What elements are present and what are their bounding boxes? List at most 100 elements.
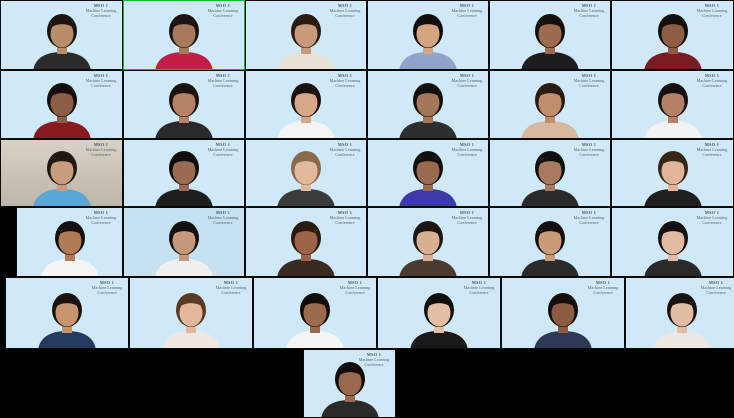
participant-video-tile[interactable]: MSO 1 Machine Learning Conference: [0, 0, 123, 70]
participant-silhouette: [521, 221, 579, 276]
participant-silhouette: [32, 14, 91, 69]
participant-shoulders: [399, 189, 457, 206]
participant-video-tile[interactable]: MSO 1 Machine Learning Conference: [367, 70, 489, 139]
participant-video-feed: [32, 286, 102, 348]
participant-video-tile[interactable]: MSO 1 Machine Learning Conference: [625, 277, 734, 349]
participant-video-tile[interactable]: MSO 1 Machine Learning Conference: [611, 207, 734, 277]
participant-silhouette: [521, 83, 579, 138]
participant-shoulders: [32, 189, 91, 206]
participant-shoulders: [277, 259, 335, 276]
participant-silhouette: [155, 14, 213, 69]
participant-shoulders: [277, 52, 335, 69]
participant-silhouette: [155, 83, 213, 138]
gallery-row-4: MSO 1 Machine Learning Conference MSO 1 Mac…: [0, 207, 734, 277]
participant-video-tile[interactable]: MSO 1 Machine Learning Conference: [253, 277, 377, 349]
participant-shoulders: [286, 331, 344, 348]
participant-silhouette: [38, 293, 96, 348]
participant-shoulders: [32, 121, 91, 138]
participant-silhouette: [277, 151, 335, 206]
participant-video-tile[interactable]: MSO 1 Machine Learning Conference: [0, 139, 123, 207]
participant-video-tile[interactable]: MSO 1 Machine Learning Conference: [611, 0, 734, 70]
participant-video-tile[interactable]: MSO 1 Machine Learning Conference: [123, 70, 245, 139]
participant-shoulders: [643, 52, 702, 69]
participant-shoulders: [155, 259, 213, 276]
video-gallery: MSO 1 Machine Learning Conference MSO 1 Mac…: [0, 0, 734, 418]
participant-video-feed: [149, 144, 219, 206]
participant-video-feed: [271, 144, 341, 206]
participant-shoulders: [38, 331, 96, 348]
participant-video-tile[interactable]: MSO 1 Machine Learning Conference: [489, 207, 611, 277]
participant-video-tile-active-speaker[interactable]: MSO 1 Machine Learning Conference: [123, 0, 245, 70]
participant-video-tile[interactable]: MSO 1 Machine Learning Conference: [377, 277, 501, 349]
participant-shoulders: [32, 52, 91, 69]
participant-video-tile[interactable]: MSO 1 Machine Learning Conference: [129, 277, 253, 349]
participant-silhouette: [320, 362, 379, 417]
participant-video-tile[interactable]: MSO 1 Machine Learning Conference: [611, 139, 734, 207]
participant-video-feed: [515, 7, 585, 69]
participant-shoulders: [155, 189, 213, 206]
participant-video-feed: [271, 214, 341, 276]
participant-video-tile[interactable]: MSO 1 Machine Learning Conference: [303, 349, 396, 418]
participant-silhouette: [521, 151, 579, 206]
participant-shoulders: [521, 259, 579, 276]
participant-silhouette: [277, 83, 335, 138]
gallery-row-4-tiles: MSO 1 Machine Learning Conference MSO 1 Mac…: [16, 207, 734, 277]
participant-video-tile[interactable]: MSO 1 Machine Learning Conference: [367, 207, 489, 277]
participant-silhouette: [32, 151, 91, 206]
participant-silhouette: [643, 14, 702, 69]
participant-video-feed: [149, 7, 219, 69]
participant-shoulders: [155, 121, 213, 138]
participant-video-tile[interactable]: MSO 1 Machine Learning Conference: [5, 277, 129, 349]
participant-shoulders: [155, 52, 213, 69]
participant-shoulders: [643, 259, 702, 276]
participant-video-tile[interactable]: MSO 1 Machine Learning Conference: [489, 139, 611, 207]
participant-video-feed: [27, 7, 97, 69]
participant-silhouette: [534, 293, 592, 348]
participant-video-tile[interactable]: MSO 1 Machine Learning Conference: [245, 0, 367, 70]
participant-video-tile[interactable]: MSO 1 Machine Learning Conference: [501, 277, 625, 349]
participant-silhouette: [643, 221, 702, 276]
participant-video-tile[interactable]: MSO 1 Machine Learning Conference: [489, 0, 611, 70]
participant-video-feed: [393, 214, 463, 276]
participant-silhouette: [399, 221, 457, 276]
participant-silhouette: [40, 221, 99, 276]
participant-video-tile[interactable]: MSO 1 Machine Learning Conference: [16, 207, 123, 277]
gallery-padding: [0, 207, 16, 277]
gallery-row-5-tiles: MSO 1 Machine Learning Conference MSO 1 Mac…: [5, 277, 734, 349]
gallery-row-2: MSO 1 Machine Learning Conference MSO 1 Mac…: [0, 70, 734, 139]
participant-video-tile[interactable]: MSO 1 Machine Learning Conference: [367, 0, 489, 70]
participant-video-feed: [280, 286, 350, 348]
participant-video-feed: [638, 214, 708, 276]
participant-video-tile[interactable]: MSO 1 Machine Learning Conference: [123, 139, 245, 207]
participant-shoulders: [652, 331, 711, 348]
participant-shoulders: [40, 259, 99, 276]
participant-shoulders: [399, 121, 457, 138]
participant-video-tile[interactable]: MSO 1 Machine Learning Conference: [245, 207, 367, 277]
participant-silhouette: [399, 14, 457, 69]
participant-silhouette: [277, 221, 335, 276]
participant-video-feed: [35, 214, 105, 276]
participant-video-tile[interactable]: MSO 1 Machine Learning Conference: [245, 139, 367, 207]
gallery-row-1: MSO 1 Machine Learning Conference MSO 1 Mac…: [0, 0, 734, 70]
participant-video-tile[interactable]: MSO 1 Machine Learning Conference: [245, 70, 367, 139]
participant-shoulders: [534, 331, 592, 348]
participant-video-tile[interactable]: MSO 1 Machine Learning Conference: [367, 139, 489, 207]
participant-video-feed: [638, 7, 708, 69]
participant-silhouette: [399, 83, 457, 138]
participant-silhouette: [155, 221, 213, 276]
gallery-row-5: MSO 1 Machine Learning Conference MSO 1 Mac…: [0, 277, 734, 349]
participant-shoulders: [643, 189, 702, 206]
participant-silhouette: [643, 83, 702, 138]
participant-silhouette: [162, 293, 220, 348]
participant-shoulders: [320, 400, 379, 417]
participant-video-tile[interactable]: MSO 1 Machine Learning Conference: [123, 207, 245, 277]
participant-video-tile[interactable]: MSO 1 Machine Learning Conference: [489, 70, 611, 139]
participant-shoulders: [277, 189, 335, 206]
participant-shoulders: [399, 259, 457, 276]
participant-video-tile[interactable]: MSO 1 Machine Learning Conference: [0, 70, 123, 139]
participant-silhouette: [277, 14, 335, 69]
participant-video-tile[interactable]: MSO 1 Machine Learning Conference: [611, 70, 734, 139]
participant-silhouette: [286, 293, 344, 348]
participant-video-feed: [156, 286, 226, 348]
participant-video-feed: [315, 355, 385, 417]
